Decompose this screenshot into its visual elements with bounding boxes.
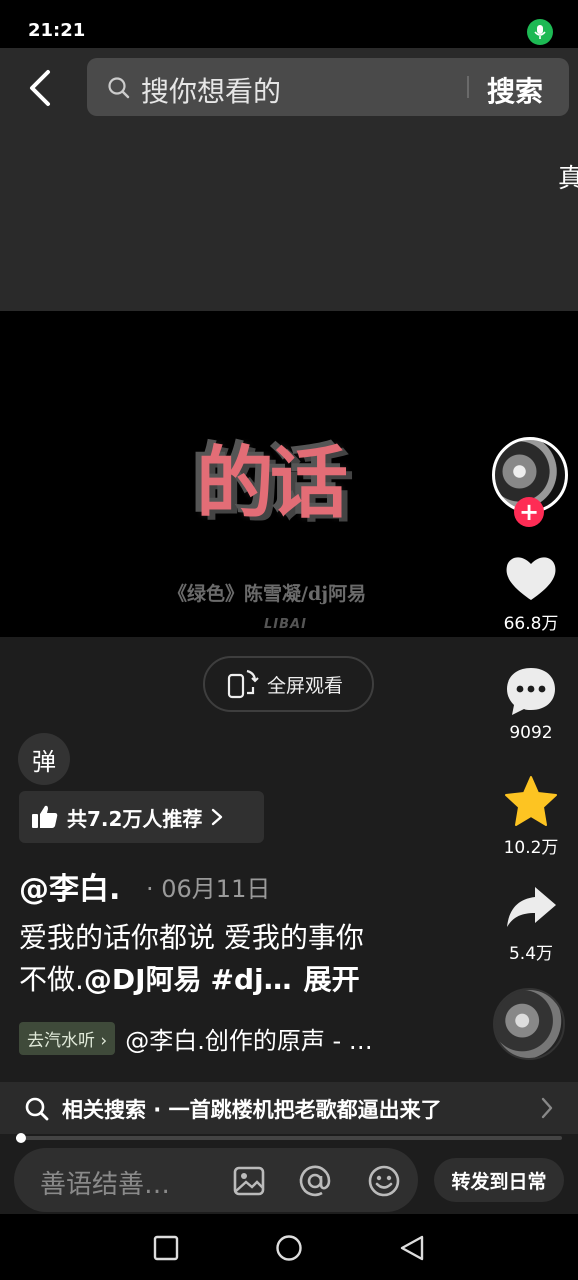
system-nav-bar — [0, 1214, 578, 1280]
post-caption: 爱我的话你都说 爱我的事你 不做.@DJ阿易 #dj… 展开 — [19, 917, 429, 1001]
music-disc[interactable] — [493, 988, 565, 1060]
recommend-label: 共7.2万人推荐 — [67, 806, 203, 831]
favorite-button[interactable]: 10.2万 — [492, 775, 570, 858]
mention-icon[interactable] — [298, 1164, 332, 1198]
share-icon — [507, 887, 556, 927]
follow-button[interactable]: + — [514, 497, 544, 527]
search-input[interactable]: 搜你想看的 搜索 — [87, 58, 569, 116]
caption-hashtag[interactable]: #dj… — [210, 963, 291, 996]
post-date: · 06月11日 — [146, 875, 271, 903]
recent-apps-icon[interactable] — [152, 1234, 180, 1262]
share-to-daily-button[interactable]: 转发到日常 — [434, 1158, 564, 1202]
danmu-label: 弹 — [32, 747, 56, 776]
back-button[interactable] — [20, 66, 60, 110]
like-button[interactable]: 66.8万 — [492, 553, 570, 634]
comment-icon — [507, 668, 555, 715]
comment-placeholder: 善语结善… — [40, 1170, 171, 1200]
music-row[interactable]: 去汽水听 › @李白.创作的原声 - … — [19, 1020, 479, 1056]
recommend-badge[interactable]: 共7.2万人推荐 — [19, 791, 264, 843]
search-icon — [108, 77, 130, 99]
caption-line-2: 不做.@DJ阿易 #dj… 展开 — [19, 959, 429, 1001]
favorite-count: 10.2万 — [503, 838, 559, 858]
caption-line-1: 爱我的话你都说 爱我的事你 — [19, 921, 364, 954]
star-icon — [505, 776, 557, 826]
comment-bar: 善语结善… 转发到日常 — [0, 1144, 578, 1214]
thumbs-up-icon — [32, 805, 58, 828]
like-count: 66.8万 — [503, 614, 559, 634]
status-bar: 21:21 — [0, 0, 578, 48]
search-placeholder: 搜你想看的 — [141, 75, 282, 108]
share-button[interactable]: 5.4万 — [492, 883, 570, 964]
music-title: @李白.创作的原声 - … — [125, 1026, 373, 1055]
microphone-icon — [527, 19, 553, 45]
chevron-right-icon — [541, 1097, 553, 1119]
edge-text: 真 — [558, 164, 578, 194]
related-search-text: 相关搜索 · 一首跳楼机把老歌都逼出来了 — [62, 1098, 442, 1122]
caption-mention[interactable]: @DJ阿易 — [84, 963, 202, 996]
progress-track — [16, 1136, 562, 1140]
top-bar: 搜你想看的 搜索 — [0, 48, 578, 128]
video-title-art: 的话 — [196, 438, 348, 529]
related-search-bar[interactable]: 相关搜索 · 一首跳楼机把老歌都逼出来了 — [0, 1082, 578, 1134]
video-watermark: LIBAI — [264, 617, 307, 632]
search-divider — [467, 76, 469, 98]
video-top-padding: 真 — [0, 128, 578, 311]
status-time: 21:21 — [28, 20, 86, 41]
comment-button[interactable]: 9092 — [492, 665, 570, 743]
progress-knob[interactable] — [16, 1133, 26, 1143]
comment-count: 9092 — [509, 723, 553, 743]
emoji-icon[interactable] — [367, 1164, 401, 1198]
rotate-screen-icon — [227, 669, 259, 699]
fullscreen-label: 全屏观看 — [267, 674, 344, 697]
chevron-right-icon — [212, 808, 223, 826]
danmu-button[interactable]: 弹 — [18, 733, 70, 785]
listen-in-app-tag[interactable]: 去汽水听 › — [19, 1021, 116, 1055]
video-progress[interactable] — [0, 1133, 578, 1144]
fullscreen-button[interactable]: 全屏观看 — [203, 656, 374, 712]
image-icon[interactable] — [232, 1164, 266, 1198]
share-count: 5.4万 — [508, 944, 554, 964]
search-icon — [25, 1097, 49, 1121]
caption-text: 不做. — [19, 963, 84, 996]
heart-icon — [506, 557, 556, 600]
video-subtitle: 《绿色》陈雪凝/dj阿易 — [168, 583, 367, 605]
home-icon[interactable] — [275, 1234, 303, 1262]
search-button[interactable]: 搜索 — [487, 70, 543, 110]
expand-button[interactable]: 展开 — [304, 963, 360, 996]
author-name[interactable]: @李白. — [19, 864, 120, 908]
back-icon[interactable] — [398, 1234, 426, 1262]
chevron-left-icon — [30, 70, 50, 106]
comment-input[interactable]: 善语结善… — [14, 1148, 418, 1212]
